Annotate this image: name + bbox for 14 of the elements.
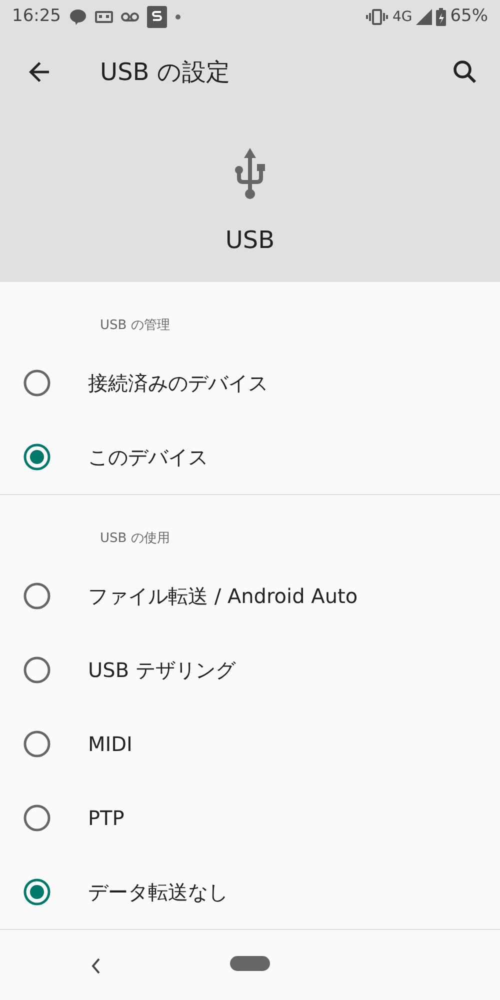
network-type: 4G [392,8,412,26]
battery-level: 65% [450,5,488,28]
radio-option[interactable]: このデバイス [0,420,500,494]
radio-option[interactable]: データ転送なし [0,855,500,929]
radio-option[interactable]: USB テザリング [0,633,500,707]
radio-option[interactable]: MIDI [0,707,500,781]
usb-label: USB [225,225,275,256]
page-title: USB の設定 [100,57,230,88]
status-time: 16:25 [12,5,61,28]
radio-option[interactable]: 接続済みのデバイス [0,346,500,420]
section-header: USB の使用 [100,531,170,546]
radio-option[interactable]: PTP [0,781,500,855]
section-header: USB の管理 [100,318,170,333]
radio-option[interactable]: ファイル転送 / Android Auto [0,559,500,633]
